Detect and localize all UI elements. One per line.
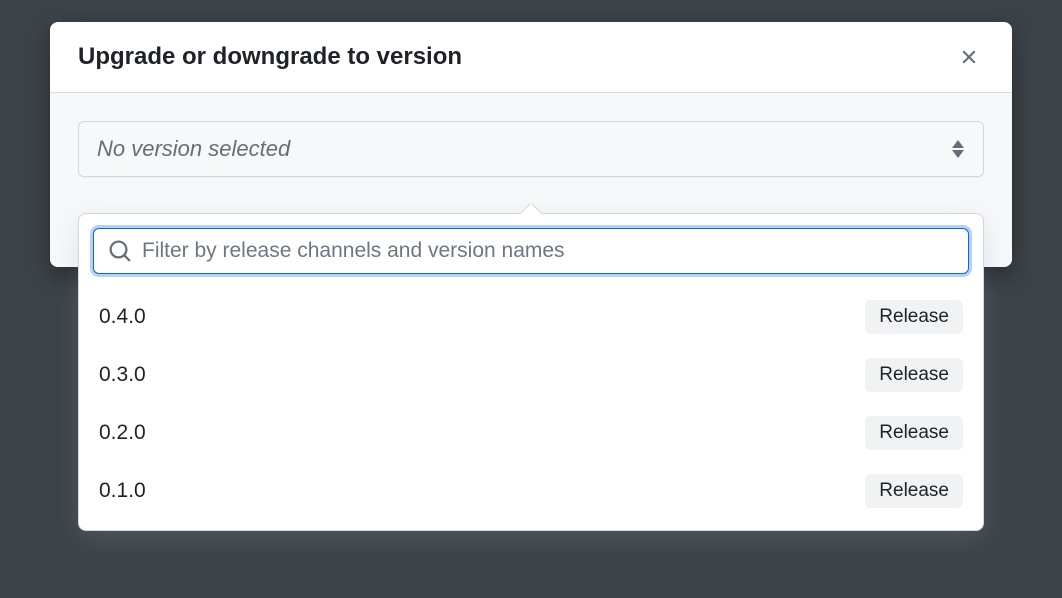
option-row[interactable]: 0.4.0 Release — [79, 288, 983, 346]
modal-title: Upgrade or downgrade to version — [78, 43, 462, 71]
version-dropdown: 0.4.0 Release 0.3.0 Release 0.2.0 Releas… — [78, 213, 984, 531]
option-version: 0.1.0 — [99, 479, 146, 503]
search-icon — [108, 239, 132, 263]
search-wrap — [79, 214, 983, 284]
modal-header: Upgrade or downgrade to version — [50, 22, 1012, 93]
option-version: 0.3.0 — [99, 363, 146, 387]
option-version: 0.4.0 — [99, 305, 146, 329]
modal-body: No version selected 0.4.0 Release — [50, 93, 1012, 267]
channel-badge: Release — [865, 416, 963, 450]
option-row[interactable]: 0.3.0 Release — [79, 346, 983, 404]
version-modal: Upgrade or downgrade to version No versi… — [50, 22, 1012, 267]
option-row[interactable]: 0.2.0 Release — [79, 404, 983, 462]
channel-badge: Release — [865, 300, 963, 334]
option-version: 0.2.0 — [99, 421, 146, 445]
search-box[interactable] — [93, 228, 969, 274]
close-icon — [958, 46, 980, 68]
dropdown-caret — [521, 204, 541, 214]
options-list: 0.4.0 Release 0.3.0 Release 0.2.0 Releas… — [79, 284, 983, 530]
updown-icon — [951, 140, 965, 158]
version-select-placeholder: No version selected — [97, 136, 290, 162]
close-button[interactable] — [954, 42, 984, 72]
search-input[interactable] — [142, 239, 954, 263]
option-row[interactable]: 0.1.0 Release — [79, 462, 983, 520]
channel-badge: Release — [865, 358, 963, 392]
version-select[interactable]: No version selected — [78, 121, 984, 177]
channel-badge: Release — [865, 474, 963, 508]
